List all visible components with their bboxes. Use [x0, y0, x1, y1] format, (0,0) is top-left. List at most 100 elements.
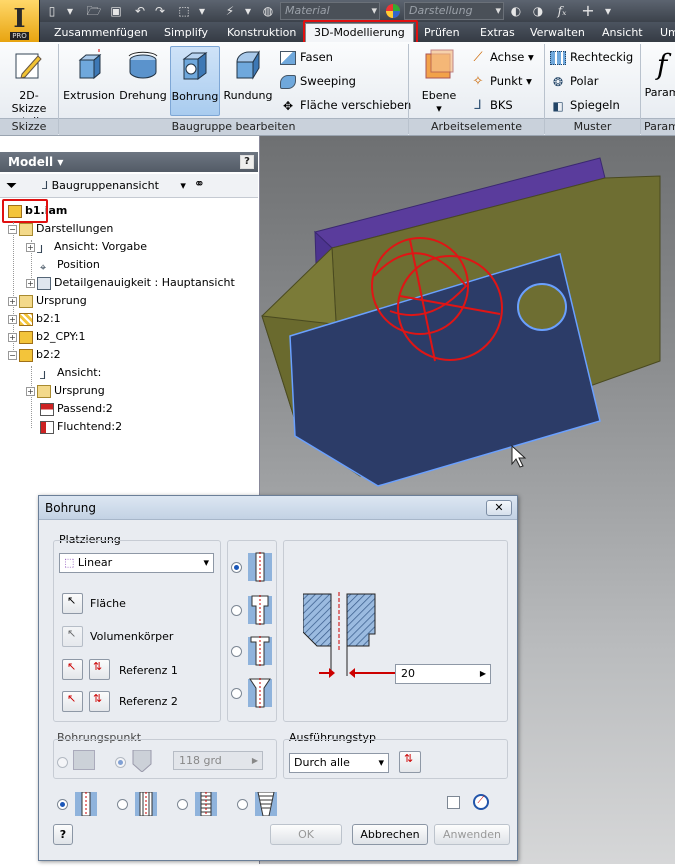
redo-icon[interactable]: ↷ — [152, 3, 168, 19]
collapse-icon[interactable]: − — [8, 224, 17, 234]
model-browser-header[interactable]: Modell ▾ — [0, 152, 258, 172]
tree-item-ursprung[interactable]: + Ursprung — [8, 292, 87, 310]
undo-icon[interactable]: ↶ — [132, 3, 148, 19]
update-dropdown-icon[interactable]: ▾ — [240, 3, 256, 19]
work-point-button[interactable]: ✧ Punkt ▾ — [470, 72, 532, 90]
flat-point-radio[interactable] — [57, 757, 68, 768]
countersink-hole-radio[interactable] — [231, 688, 242, 699]
tree-item-position[interactable]: ⌖ Position — [40, 256, 100, 274]
rectangular-pattern-button[interactable]: Rechteckig — [550, 48, 633, 66]
preview-glasses-icon[interactable]: ⟋ — [473, 794, 489, 810]
material-combo[interactable]: Material ▾ — [280, 2, 380, 20]
sweep-button[interactable]: Sweeping — [280, 72, 356, 90]
collapse-icon[interactable]: − — [8, 350, 17, 360]
placement-select[interactable]: ⬚ Linear ▾ — [59, 553, 214, 573]
tab-simplify[interactable]: Simplify — [164, 24, 208, 41]
expand-icon[interactable]: + — [8, 296, 17, 306]
open-folder-icon[interactable]: 🗁 — [86, 3, 102, 19]
update-icon[interactable]: ⚡ — [222, 3, 238, 19]
tree-item-fluchtend[interactable]: Fluchtend:2 — [40, 418, 122, 436]
tab-ansicht[interactable]: Ansicht — [602, 24, 643, 41]
tab-overflow[interactable]: Um — [660, 24, 675, 41]
clear-appearance-icon[interactable]: ◐ — [508, 3, 524, 19]
ucs-button[interactable]: ⅃ BKS — [470, 96, 512, 114]
fx-icon[interactable]: fₓ — [554, 3, 570, 19]
tree-item-passend[interactable]: Passend:2 — [40, 400, 113, 418]
tab-pruefen[interactable]: Prüfen — [424, 24, 460, 41]
select-dropdown-icon[interactable]: ▾ — [194, 3, 210, 19]
simple-hole-radio[interactable] — [57, 799, 68, 810]
taper-tapped-hole-radio[interactable] — [237, 799, 248, 810]
point-angle-input[interactable]: 118 grd ▶ — [173, 751, 263, 770]
reference2-select-button[interactable]: ↖ — [62, 691, 83, 712]
tree-item-detailgenauigkeit[interactable]: + Detailgenauigkeit : Hauptansicht — [26, 274, 235, 292]
tab-zusammenfuegen[interactable]: Zusammenfügen — [54, 24, 148, 41]
extrusion-button[interactable]: Extrusion — [62, 46, 116, 116]
customize-dropdown-icon[interactable]: ▾ — [600, 3, 616, 19]
face-select-button[interactable]: ↖ — [62, 593, 83, 614]
adjust-appearance-icon[interactable]: ◑ — [530, 3, 546, 19]
tree-item-b2-cpy-1[interactable]: + b2_CPY:1 — [8, 328, 86, 346]
solid-select-button[interactable]: ↖ — [62, 626, 83, 647]
mirror-button[interactable]: ◧ Spiegeln — [550, 96, 619, 114]
hole-preview[interactable] — [517, 283, 567, 331]
drilled-hole-radio[interactable] — [231, 562, 242, 573]
new-dropdown-icon[interactable]: ▾ — [62, 3, 78, 19]
termination-flip-button[interactable]: ⇅ — [399, 751, 421, 773]
tab-verwalten[interactable]: Verwalten — [530, 24, 585, 41]
circular-pattern-button[interactable]: ❂ Polar — [550, 72, 599, 90]
select-icon[interactable]: ⬚ — [176, 3, 192, 19]
find-binoculars-icon[interactable]: ⚭ — [194, 177, 205, 192]
reference1-select-button[interactable]: ↖ — [62, 659, 83, 680]
browser-help-icon[interactable]: ? — [240, 155, 254, 169]
globe-icon[interactable]: ◍ — [260, 3, 276, 19]
termination-select[interactable]: Durch alle ▾ — [289, 753, 389, 773]
ok-button[interactable]: OK — [270, 824, 342, 845]
diameter-input[interactable]: 20 ▶ — [395, 664, 491, 684]
tree-item-ursprung-2[interactable]: + Ursprung — [26, 382, 105, 400]
fillet-button[interactable]: Rundung — [222, 46, 274, 116]
cancel-button[interactable]: Abbrechen — [352, 824, 428, 845]
plus-icon[interactable]: + — [580, 3, 596, 19]
expand-icon[interactable]: + — [26, 278, 35, 288]
expand-icon[interactable]: + — [26, 386, 35, 396]
angle-point-radio[interactable] — [115, 757, 126, 768]
close-button[interactable]: ✕ — [486, 500, 512, 516]
preview-checkbox[interactable] — [447, 796, 460, 809]
work-plane-button[interactable]: Ebene ▾ — [416, 46, 462, 116]
work-axis-button[interactable]: ⟋ Achse ▾ — [470, 48, 533, 66]
assembly-view-icon: ⅃ — [42, 179, 52, 192]
tree-item-b2-1[interactable]: + b2:1 — [8, 310, 61, 328]
apply-button[interactable]: Anwenden — [434, 824, 510, 845]
expand-icon[interactable]: + — [8, 314, 17, 324]
tab-konstruktion[interactable]: Konstruktion — [227, 24, 296, 41]
save-icon[interactable]: ▣ — [108, 3, 124, 19]
application-menu-button[interactable]: I PRO — [0, 0, 40, 42]
filter-icon[interactable]: ⏷ — [6, 178, 17, 194]
hole-button[interactable]: Bohrung — [170, 46, 220, 116]
expand-icon[interactable]: + — [26, 242, 35, 252]
clearance-hole-radio[interactable] — [117, 799, 128, 810]
appearance-combo[interactable]: Darstellung ▾ — [404, 2, 504, 20]
expand-icon[interactable]: + — [8, 332, 17, 342]
tab-extras[interactable]: Extras — [480, 24, 515, 41]
tree-item-darstellungen[interactable]: − Darstellungen — [8, 220, 113, 238]
parameters-button[interactable]: f Param — [644, 46, 675, 116]
reference1-flip-button[interactable]: ⇅ — [89, 659, 110, 680]
tree-item-ansicht[interactable]: ⅃ Ansicht: — [40, 364, 101, 382]
create-2d-sketch-button[interactable]: 2D-Skizze erstellen — [2, 46, 56, 128]
tree-item-b2-2[interactable]: − b2:2 — [8, 346, 61, 364]
chamfer-button[interactable]: Fasen — [280, 48, 333, 66]
appearance-color-icon[interactable] — [384, 3, 402, 19]
view-selector[interactable]: ⅃ Baugruppenansicht ▾ — [42, 178, 186, 194]
reference2-flip-button[interactable]: ⇅ — [89, 691, 110, 712]
counterbore-hole-radio[interactable] — [231, 605, 242, 616]
dialog-title-bar[interactable]: Bohrung — [39, 496, 517, 520]
help-button[interactable]: ? — [53, 824, 73, 845]
revolve-button[interactable]: Drehung — [118, 46, 168, 116]
spotface-hole-radio[interactable] — [231, 646, 242, 657]
new-file-icon[interactable]: ▯ — [44, 3, 60, 19]
tapped-hole-radio[interactable] — [177, 799, 188, 810]
move-face-button[interactable]: ✥ Fläche verschieben — [280, 96, 411, 114]
tree-item-ansicht-vorgabe[interactable]: + ⅃ Ansicht: Vorgabe — [26, 238, 147, 256]
